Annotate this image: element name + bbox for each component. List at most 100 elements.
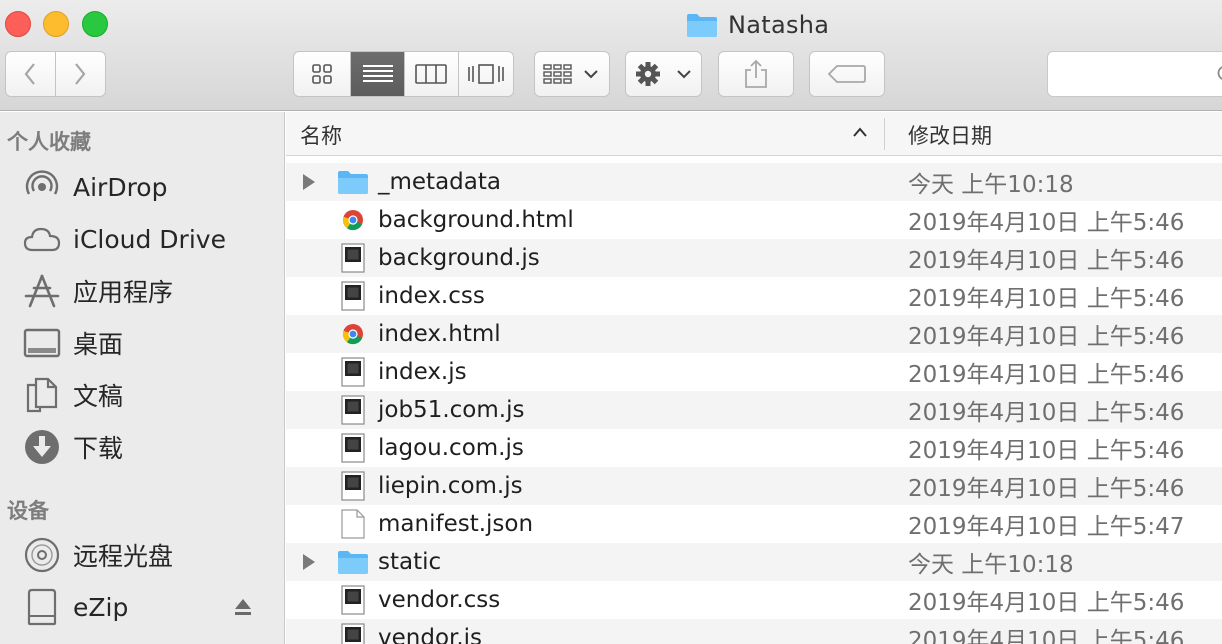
- sidebar-item-downloads[interactable]: 下载: [0, 423, 284, 471]
- file-row[interactable]: vendor.css 2019年4月10日 上午5:46: [286, 581, 1222, 619]
- folder-icon: [336, 546, 370, 578]
- file-name: static: [378, 549, 442, 575]
- sidebar-item-ezip[interactable]: eZip: [0, 583, 284, 631]
- icon-view-button[interactable]: [294, 52, 352, 96]
- file-name: index.css: [378, 283, 485, 309]
- desktop-icon: [22, 323, 62, 363]
- file-row[interactable]: job51.com.js 2019年4月10日 上午5:46: [286, 391, 1222, 429]
- share-button[interactable]: [718, 51, 794, 97]
- file-row[interactable]: liepin.com.js 2019年4月10日 上午5:46: [286, 467, 1222, 505]
- file-date-modified: 2019年4月10日 上午5:46: [908, 362, 1185, 388]
- download-icon: [22, 427, 62, 467]
- column-header-date-modified[interactable]: 修改日期: [908, 120, 992, 150]
- sidebar-item-label: AirDrop: [73, 172, 168, 202]
- column-view-icon: [415, 64, 448, 84]
- file-row[interactable]: index.html 2019年4月10日 上午5:46: [286, 315, 1222, 353]
- cover-flow-view-icon: [467, 64, 504, 84]
- js-file-icon: [336, 622, 370, 644]
- js-file-icon: [336, 432, 370, 464]
- file-date-modified: 今天 上午10:18: [908, 172, 1074, 198]
- eject-icon[interactable]: [234, 597, 252, 617]
- list-view-button[interactable]: [351, 52, 405, 96]
- sidebar-item-label: 应用程序: [73, 278, 174, 307]
- tags-button[interactable]: [809, 51, 885, 97]
- close-window-button[interactable]: [5, 11, 31, 37]
- column-divider[interactable]: [884, 118, 885, 150]
- js-file-icon: [336, 242, 370, 274]
- file-name: index.html: [378, 321, 501, 347]
- gear-icon: [635, 62, 691, 86]
- file-row[interactable]: lagou.com.js 2019年4月10日 上午5:46: [286, 429, 1222, 467]
- file-row[interactable]: index.css 2019年4月10日 上午5:46: [286, 277, 1222, 315]
- search-field[interactable]: [1047, 51, 1222, 97]
- zoom-window-button[interactable]: [82, 11, 108, 37]
- css-file-icon: [336, 584, 370, 616]
- sidebar-item-label: 文稿: [73, 382, 124, 411]
- sidebar-heading-favorites: 个人收藏: [7, 130, 91, 154]
- window-title: Natasha: [686, 8, 829, 42]
- chevron-left-icon: [24, 63, 36, 85]
- file-name: background.js: [378, 245, 540, 271]
- disclosure-triangle-icon[interactable]: [302, 173, 316, 191]
- file-name: manifest.json: [378, 511, 534, 537]
- icon-view-icon: [312, 64, 333, 84]
- file-row[interactable]: static 今天 上午10:18: [286, 543, 1222, 581]
- folder-icon: [687, 14, 717, 37]
- sidebar-item-icloud-drive[interactable]: iCloud Drive: [0, 215, 284, 263]
- file-row[interactable]: vendor.js 2019年4月10日 上午5:46: [286, 619, 1222, 644]
- disc-icon: [22, 535, 62, 575]
- file-row[interactable]: manifest.json 2019年4月10日 上午5:47: [286, 505, 1222, 543]
- sidebar-item-remote-disc[interactable]: 远程光盘: [0, 531, 284, 579]
- back-button[interactable]: [6, 52, 56, 96]
- applications-icon: [22, 271, 62, 311]
- drive-icon: [22, 587, 62, 627]
- sidebar-item-label: 桌面: [73, 330, 124, 359]
- file-name: vendor.css: [378, 587, 501, 613]
- cover-flow-view-button[interactable]: [459, 52, 513, 96]
- sidebar-item-airdrop[interactable]: AirDrop: [0, 163, 284, 211]
- file-row[interactable]: background.js 2019年4月10日 上午5:46: [286, 239, 1222, 277]
- js-file-icon: [336, 394, 370, 426]
- file-row[interactable]: index.js 2019年4月10日 上午5:46: [286, 353, 1222, 391]
- disclosure-triangle-icon[interactable]: [302, 553, 316, 571]
- file-list: 名称 修改日期 _metadata 今天 上午10:18 background.ht…: [286, 112, 1222, 644]
- sort-ascending-icon[interactable]: [852, 126, 868, 138]
- column-view-button[interactable]: [405, 52, 459, 96]
- arrange-button[interactable]: [534, 51, 610, 97]
- cloud-icon: [22, 219, 62, 259]
- forward-button[interactable]: [56, 52, 106, 96]
- file-date-modified: 2019年4月10日 上午5:46: [908, 248, 1185, 274]
- column-header-name[interactable]: 名称: [300, 120, 342, 150]
- file-name: index.js: [378, 359, 467, 385]
- action-menu-button[interactable]: [625, 51, 702, 97]
- file-row[interactable]: _metadata 今天 上午10:18: [286, 163, 1222, 201]
- file-date-modified: 2019年4月10日 上午5:46: [908, 400, 1185, 426]
- sidebar-item-label: 下载: [73, 434, 124, 463]
- css-file-icon: [336, 280, 370, 312]
- file-name: background.html: [378, 207, 574, 233]
- arrange-grid-icon: [543, 64, 598, 84]
- file-name: lagou.com.js: [378, 435, 524, 461]
- minimize-window-button[interactable]: [43, 11, 69, 37]
- chevron-right-icon: [75, 63, 86, 85]
- file-date-modified: 2019年4月10日 上午5:46: [908, 210, 1185, 236]
- sidebar-item-label: 远程光盘: [73, 542, 174, 571]
- sidebar-item-label: iCloud Drive: [73, 224, 226, 254]
- documents-icon: [22, 375, 62, 415]
- file-name: liepin.com.js: [378, 473, 523, 499]
- sidebar: 个人收藏 AirDrop iCloud Drive 应用程序 桌面 文稿 下载 …: [0, 112, 285, 644]
- list-view-icon: [362, 65, 393, 82]
- file-date-modified: 2019年4月10日 上午5:46: [908, 628, 1185, 644]
- sidebar-item-desktop[interactable]: 桌面: [0, 319, 284, 367]
- file-date-modified: 2019年4月10日 上午5:46: [908, 590, 1185, 616]
- search-icon: [1217, 66, 1222, 80]
- js-file-icon: [336, 356, 370, 388]
- nav-buttons: [5, 51, 106, 97]
- tag-icon: [827, 65, 866, 83]
- sidebar-item-applications[interactable]: 应用程序: [0, 267, 284, 315]
- sidebar-item-documents[interactable]: 文稿: [0, 371, 284, 419]
- file-row[interactable]: background.html 2019年4月10日 上午5:46: [286, 201, 1222, 239]
- document-icon: [336, 508, 370, 540]
- file-name: job51.com.js: [378, 397, 525, 423]
- window-title-text: Natasha: [728, 11, 830, 39]
